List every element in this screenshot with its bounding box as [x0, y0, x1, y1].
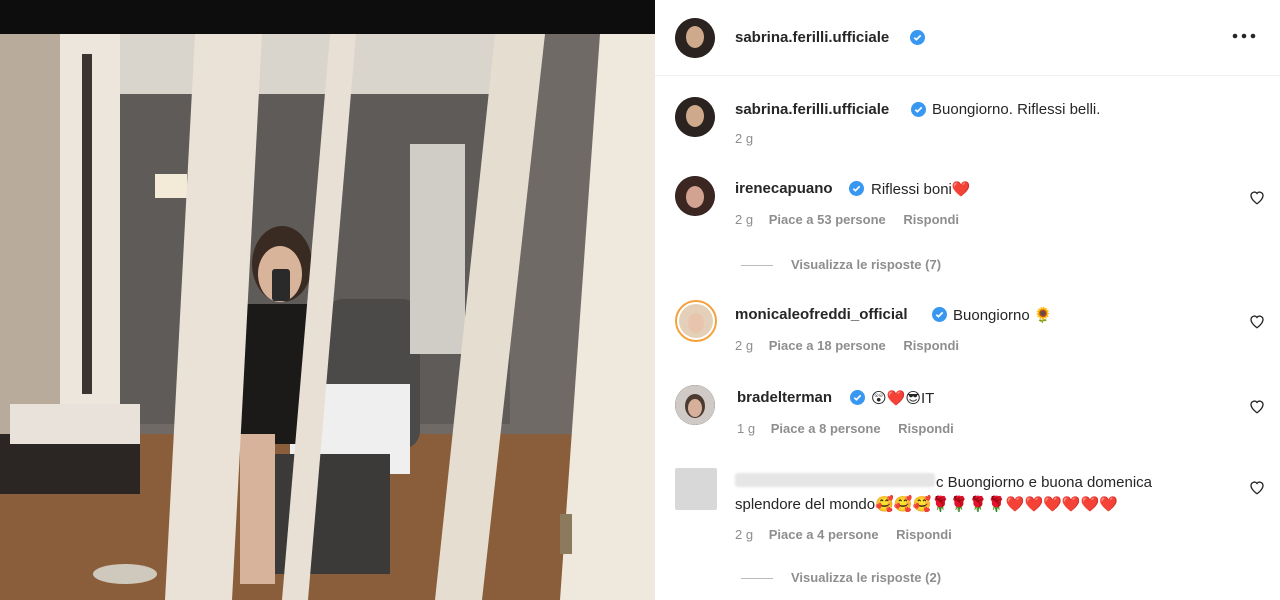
caption-time: 2 g [735, 131, 754, 146]
comment-likes[interactable]: Piace a 4 persone [769, 527, 879, 542]
verified-badge-icon [850, 390, 865, 405]
comment-meta: 2 g Piace a 4 persone Rispondi [735, 527, 952, 542]
commenter-avatar[interactable] [675, 300, 717, 342]
heart-icon[interactable] [1248, 397, 1266, 415]
commenter-avatar[interactable] [675, 385, 715, 425]
post-side-panel: sabrina.ferilli.ufficiale sabrina.ferill… [655, 0, 1280, 600]
avatar-face-icon [675, 97, 715, 137]
comment-username[interactable]: bradelterman [737, 389, 832, 406]
comment-time: 1 g [737, 421, 756, 436]
comment-time: 2 g [735, 527, 754, 542]
post-header: sabrina.ferilli.ufficiale [655, 0, 1280, 76]
comment-username[interactable]: c [936, 474, 944, 491]
replies-divider [741, 265, 773, 267]
comment-emoji: ❤️ [951, 181, 971, 198]
avatar-face-icon [675, 385, 715, 425]
comment-username[interactable]: irenecapuano [735, 180, 833, 197]
caption-text: Buongiorno. Riflessi belli. [932, 101, 1101, 118]
caption-author-username[interactable]: sabrina.ferilli.ufficiale [735, 101, 889, 118]
avatar-face-icon [675, 176, 715, 216]
verified-badge-icon [849, 181, 864, 196]
comment-meta: 2 g Piace a 53 persone Rispondi [735, 212, 959, 227]
heart-icon[interactable] [1248, 478, 1266, 496]
caption-author-avatar[interactable] [675, 97, 715, 137]
verified-badge-icon [932, 307, 947, 322]
more-options-icon[interactable] [1232, 30, 1256, 42]
comment-likes[interactable]: Piace a 18 persone [769, 338, 886, 353]
avatar-face-icon [675, 18, 715, 58]
comment-item: irenecapuano Riflessi boni❤️ 2 g Piace a… [675, 176, 1280, 276]
comment-likes[interactable]: Piace a 53 persone [769, 212, 886, 227]
comment-time: 2 g [735, 338, 754, 353]
post-caption: sabrina.ferilli.ufficiale Buongiorno. Ri… [675, 97, 1265, 157]
comment-text: Buongiorno 🌻 [953, 307, 1053, 324]
comment-item: monicaleofreddi_official Buongiorno 🌻 2 … [675, 300, 1280, 360]
post-photo[interactable] [0, 0, 655, 600]
comment-item: bradelterman 😲❤️😎IT 1 g Piace a 8 person… [675, 385, 1280, 445]
heart-icon[interactable] [1248, 312, 1266, 330]
comment-item: c Buongiorno e buona domenica splendore … [675, 468, 1280, 598]
mirror-selfie-photo [0, 34, 655, 600]
photo-top-bar [0, 0, 655, 34]
comment-text: 😲❤️😎IT [871, 389, 934, 407]
comment-time: 2 g [735, 212, 754, 227]
comment-emoji: 🥰🥰🥰🌹🌹🌹🌹❤️❤️❤️❤️❤️❤️ [875, 496, 1118, 513]
comment-meta: 2 g Piace a 18 persone Rispondi [735, 338, 959, 353]
comment-emoji: 🌻 [1033, 307, 1053, 324]
instagram-post-view: sabrina.ferilli.ufficiale sabrina.ferill… [0, 0, 1280, 600]
comment-likes[interactable]: Piace a 8 persone [771, 421, 881, 436]
reply-button[interactable]: Rispondi [903, 212, 959, 227]
commenter-avatar[interactable] [675, 176, 715, 216]
author-avatar[interactable] [675, 18, 715, 58]
replies-divider [741, 578, 773, 580]
reply-button[interactable]: Rispondi [903, 338, 959, 353]
commenter-avatar-blurred[interactable] [675, 468, 717, 510]
comment-emoji: 😲❤️😎IT [871, 390, 935, 407]
view-replies-button[interactable]: Visualizza le risposte (2) [741, 570, 941, 585]
view-replies-button[interactable]: Visualizza le risposte (7) [741, 257, 941, 272]
reply-button[interactable]: Rispondi [896, 527, 952, 542]
author-username[interactable]: sabrina.ferilli.ufficiale [735, 29, 889, 46]
reply-button[interactable]: Rispondi [898, 421, 954, 436]
comment-text: c Buongiorno e buona domenica splendore … [735, 474, 1152, 513]
verified-badge-icon [910, 30, 925, 45]
verified-badge-icon [911, 102, 926, 117]
comment-meta: 1 g Piace a 8 persone Rispondi [737, 421, 954, 436]
comment-username[interactable]: monicaleofreddi_official [735, 306, 908, 323]
heart-icon[interactable] [1248, 188, 1266, 206]
comment-text: Riflessi boni❤️ [871, 181, 971, 198]
avatar-face-icon [679, 304, 713, 338]
